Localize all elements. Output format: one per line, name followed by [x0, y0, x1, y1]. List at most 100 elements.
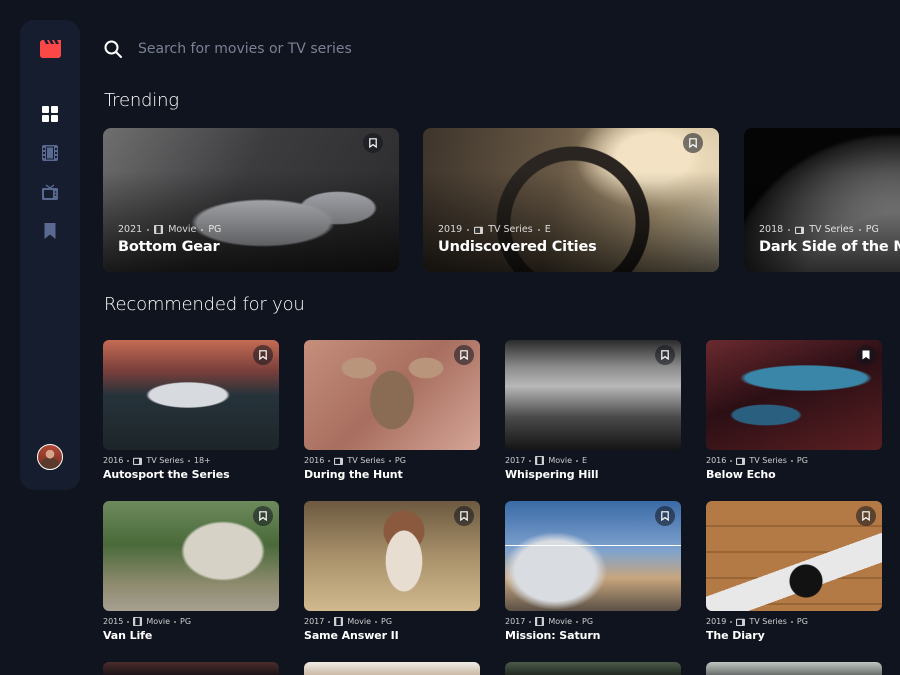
card-meta: 2017 Movie PG — [304, 617, 480, 626]
bookmark-empty-icon — [369, 138, 377, 148]
category: Movie — [548, 456, 573, 465]
bookmark-button[interactable] — [856, 345, 876, 365]
category: TV Series — [347, 456, 385, 465]
thumbnail — [505, 340, 681, 450]
card-meta: 2019 TV Series PG — [706, 617, 882, 626]
recommended-card[interactable]: 2017 Movie E Whispering Hill — [505, 340, 681, 481]
nav-bookmarks[interactable] — [42, 223, 58, 239]
year: 2017 — [505, 617, 526, 626]
thumbnail — [304, 662, 480, 675]
thumbnail — [706, 662, 882, 675]
bookmark-empty-icon — [661, 350, 669, 360]
recommended-card[interactable]: 2017 Movie PG Same Answer II — [304, 501, 480, 642]
bookmark-button[interactable] — [363, 133, 383, 153]
bookmark-empty-icon — [661, 511, 669, 521]
avatar[interactable] — [37, 444, 63, 470]
nav-home[interactable] — [42, 106, 58, 122]
card-meta: 2016 TV Series PG — [304, 456, 480, 465]
search-icon — [104, 40, 122, 58]
recommended-card[interactable]: 2016 TV Series 18+ Autosport the Series — [103, 340, 279, 481]
card-title: Bottom Gear — [118, 239, 220, 255]
rating: PG — [582, 617, 594, 626]
trending-carousel[interactable]: 2021 Movie PG Bottom Gear 2019 TV Series… — [103, 128, 900, 272]
year: 2021 — [118, 224, 143, 235]
thumbnail — [103, 340, 279, 450]
thumbnail — [103, 501, 279, 611]
grid-icon — [42, 106, 58, 122]
card-title: The Diary — [706, 629, 765, 642]
card-meta: 2021 Movie PG — [118, 224, 221, 235]
year: 2015 — [103, 617, 124, 626]
year: 2019 — [706, 617, 727, 626]
recommended-card[interactable] — [706, 662, 882, 675]
bookmark-button[interactable] — [655, 345, 675, 365]
recommended-card[interactable] — [304, 662, 480, 675]
recommended-card[interactable] — [103, 662, 279, 675]
trending-card[interactable]: 2019 TV Series E Undiscovered Cities — [423, 128, 719, 272]
logo-icon[interactable] — [40, 40, 61, 58]
bookmark-empty-icon — [689, 138, 697, 148]
card-meta: 2017 Movie PG — [505, 617, 681, 626]
recommended-card[interactable]: 2019 TV Series PG The Diary — [706, 501, 882, 642]
bookmark-empty-icon — [460, 350, 468, 360]
category: Movie — [548, 617, 573, 626]
nav-tv-series[interactable] — [42, 184, 58, 200]
card-meta: 2015 Movie PG — [103, 617, 279, 626]
rating: PG — [796, 456, 808, 465]
rating: PG — [208, 224, 222, 235]
recommended-card[interactable]: 2016 TV Series PG Below Echo — [706, 340, 882, 481]
bookmark-empty-icon — [460, 511, 468, 521]
card-title: Below Echo — [706, 468, 776, 481]
section-title-recommended: Recommended for you — [104, 294, 305, 315]
category: Movie — [347, 617, 372, 626]
search-input[interactable] — [138, 36, 638, 62]
thumbnail — [304, 501, 480, 611]
nav-movies[interactable] — [42, 145, 58, 161]
bookmark-button[interactable] — [683, 133, 703, 153]
rating: 18+ — [193, 456, 211, 465]
bookmark-button[interactable] — [454, 506, 474, 526]
category: Movie — [146, 617, 171, 626]
card-meta: 2016 TV Series PG — [706, 456, 882, 465]
category: Movie — [168, 224, 197, 235]
year: 2016 — [706, 456, 727, 465]
recommended-card[interactable]: 2017 Movie PG Mission: Saturn — [505, 501, 681, 642]
trending-card[interactable]: 2018 TV Series PG Dark Side of the Moon — [744, 128, 900, 272]
bookmark-icon — [44, 223, 56, 239]
card-title: Dark Side of the Moon — [759, 239, 900, 255]
tv-icon — [334, 457, 344, 465]
thumbnail — [505, 662, 681, 675]
film-icon — [535, 617, 545, 626]
bookmark-button[interactable] — [253, 506, 273, 526]
category: TV Series — [749, 456, 787, 465]
tv-icon — [42, 184, 58, 200]
bookmark-button[interactable] — [856, 506, 876, 526]
card-meta: 2017 Movie E — [505, 456, 681, 465]
year: 2018 — [759, 224, 784, 235]
card-title: Same Answer II — [304, 629, 399, 642]
card-meta: 2018 TV Series PG — [759, 224, 879, 235]
app: Trending 2021 Movie PG Bottom Gear 201 — [0, 0, 900, 675]
bookmark-empty-icon — [259, 511, 267, 521]
tv-icon — [736, 618, 746, 626]
category: TV Series — [146, 456, 184, 465]
trending-card[interactable]: 2021 Movie PG Bottom Gear — [103, 128, 399, 272]
recommended-card[interactable]: 2016 TV Series PG During the Hunt — [304, 340, 480, 481]
thumbnail — [103, 662, 279, 675]
year: 2017 — [505, 456, 526, 465]
card-title: Mission: Saturn — [505, 629, 601, 642]
tv-icon — [736, 457, 746, 465]
thumbnail — [706, 340, 882, 450]
bookmark-button[interactable] — [655, 506, 675, 526]
film-icon — [334, 617, 344, 626]
card-meta: 2016 TV Series 18+ — [103, 456, 279, 465]
bookmark-button[interactable] — [253, 345, 273, 365]
recommended-card[interactable]: 2015 Movie PG Van Life — [103, 501, 279, 642]
film-icon — [133, 617, 143, 626]
rating: PG — [180, 617, 192, 626]
card-title: During the Hunt — [304, 468, 403, 481]
bookmark-button[interactable] — [454, 345, 474, 365]
film-icon — [154, 225, 164, 234]
film-icon — [42, 145, 58, 161]
recommended-card[interactable] — [505, 662, 681, 675]
